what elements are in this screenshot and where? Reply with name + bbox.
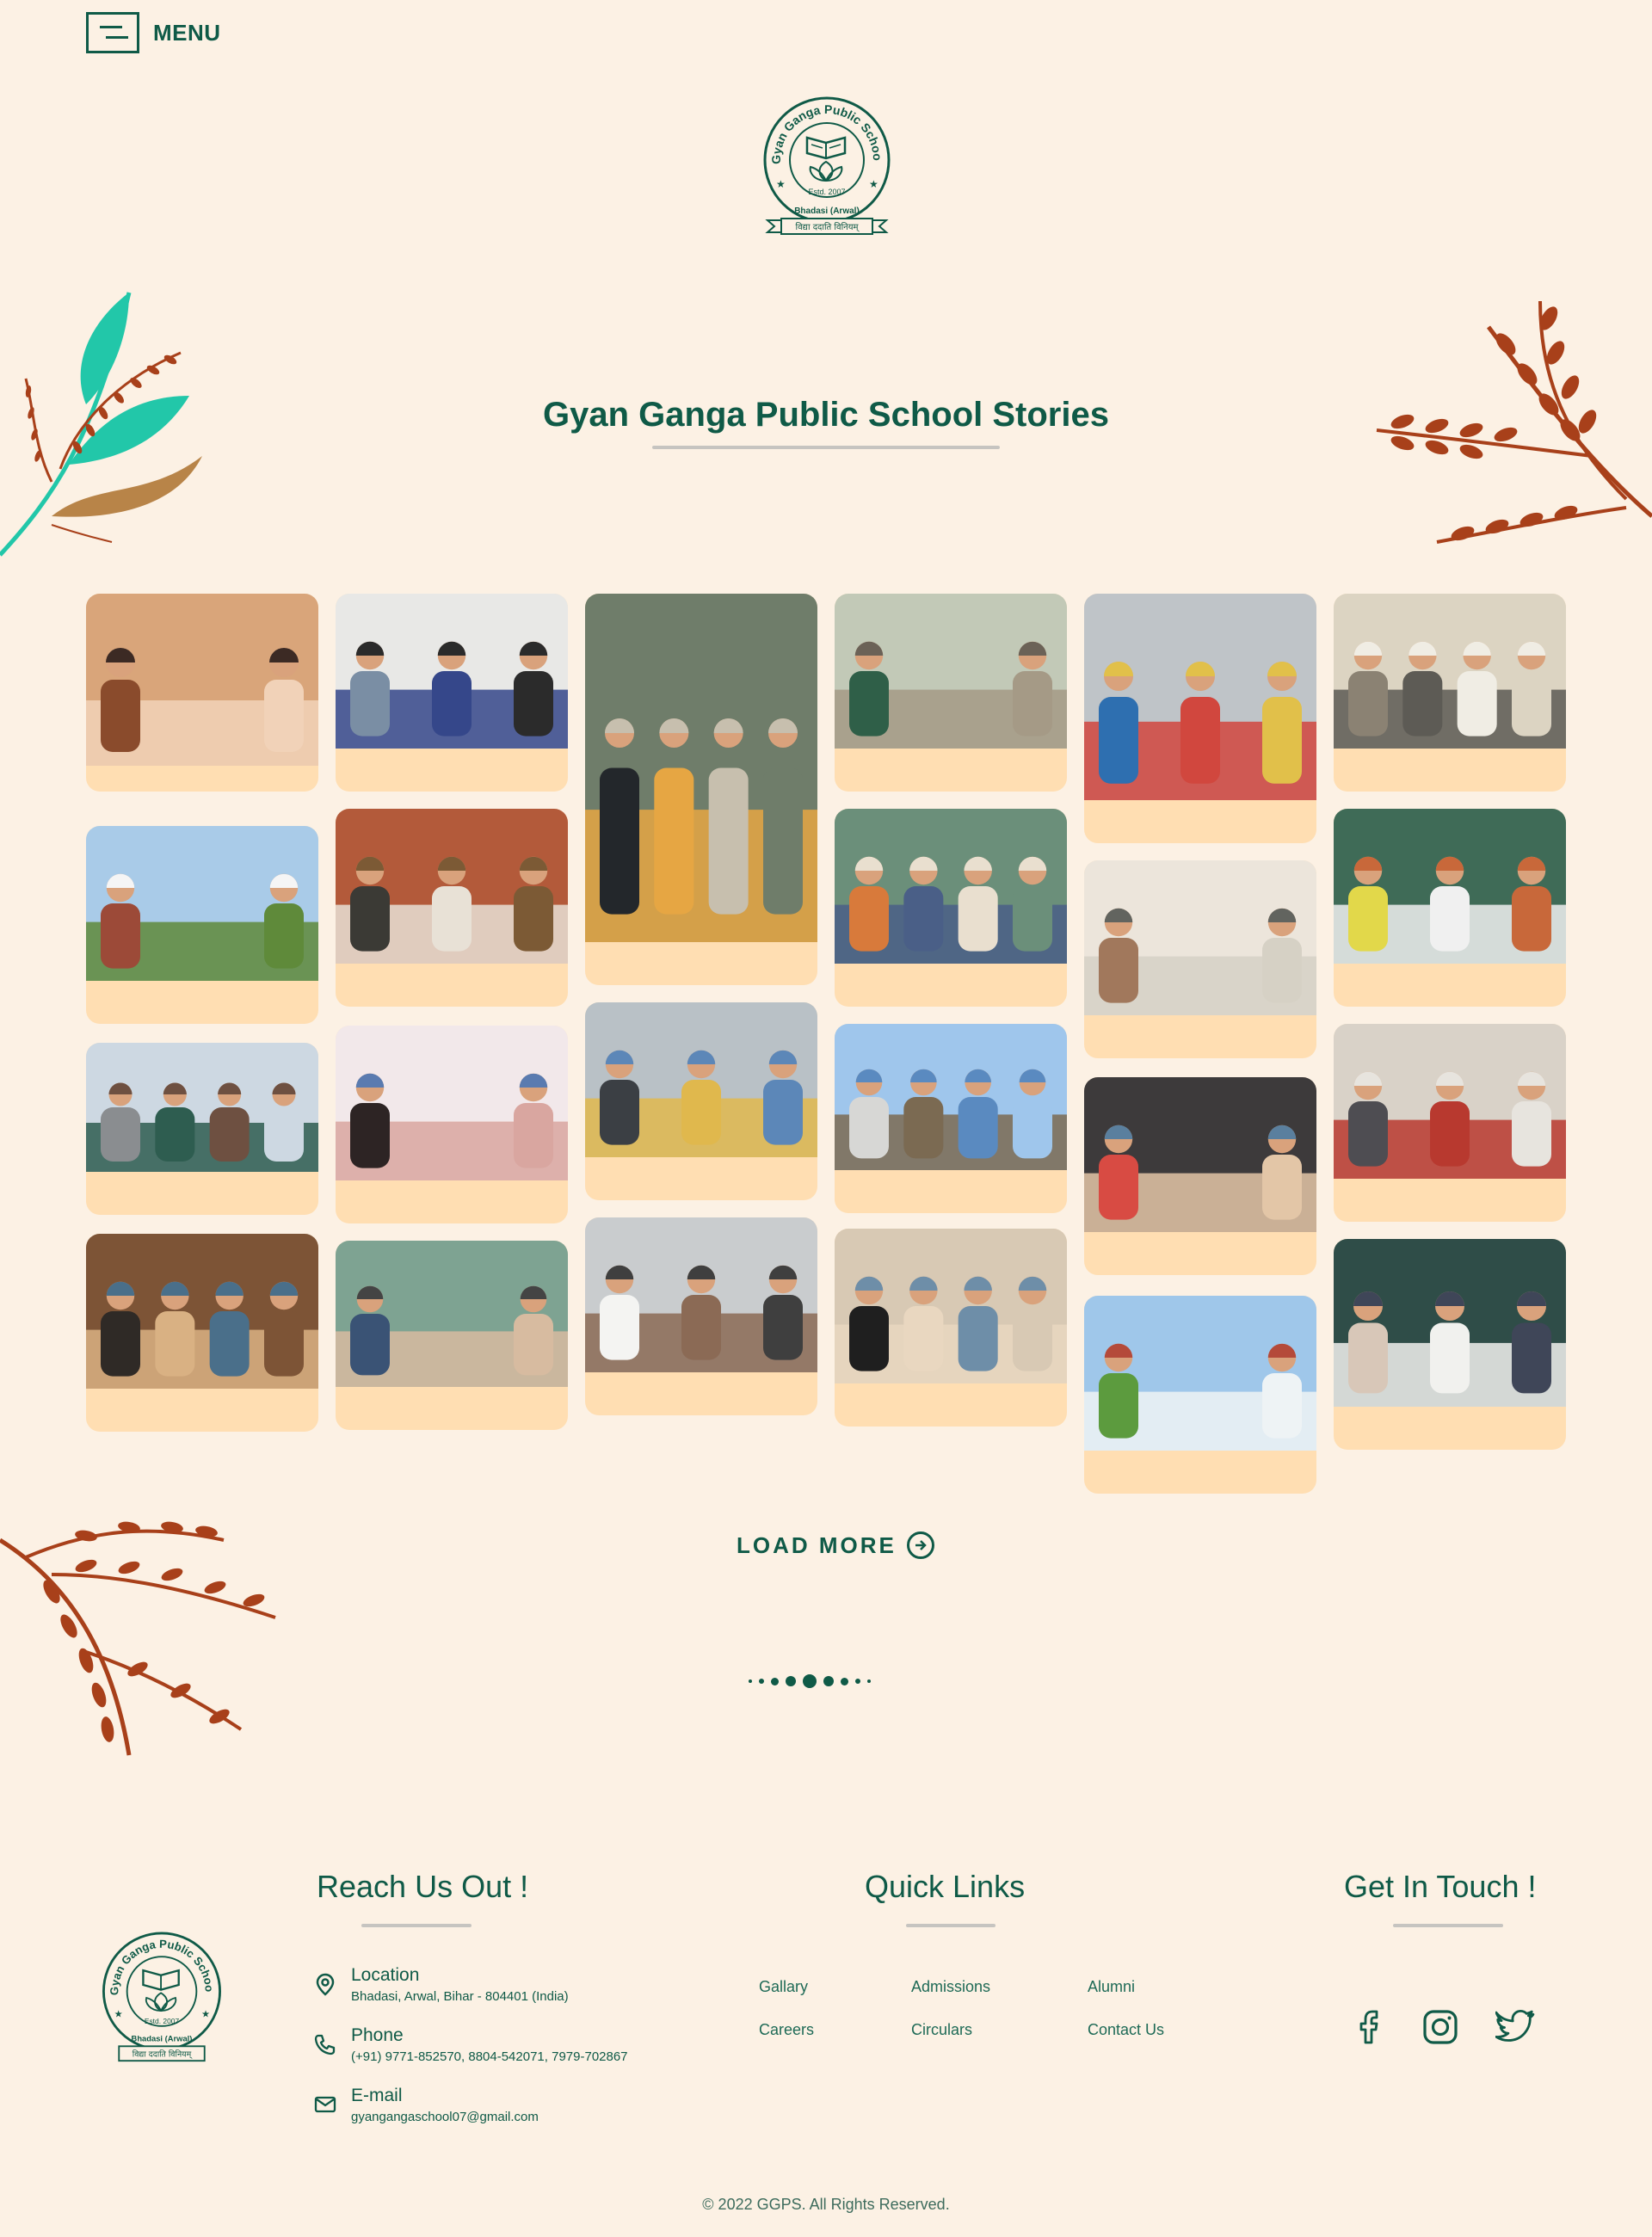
gallery-card[interactable] [1334, 809, 1566, 1007]
get-in-touch-heading: Get In Touch ! [1344, 1869, 1537, 1904]
link-gallary[interactable]: Gallary [759, 1978, 808, 1996]
rust-leaf-bottom-decoration-icon [0, 1521, 276, 1756]
link-contact-us[interactable]: Contact Us [1088, 2021, 1164, 2039]
children-in-library-raising-hands-image [1084, 1077, 1316, 1232]
gallery-card[interactable] [336, 1241, 568, 1430]
gallery-card[interactable] [336, 809, 568, 1007]
footer-logo-place-text: Bhadasi (Arwal) [132, 2035, 193, 2043]
gallery-card[interactable] [1084, 1296, 1316, 1494]
student-with-notebooks-image [585, 594, 817, 942]
graduate-in-gown-image [835, 594, 1067, 749]
gallery-card[interactable] [336, 1026, 568, 1223]
contact-location-value: Bhadasi, Arwal, Bihar - 804401 (India) [351, 1989, 569, 2004]
gallery-card[interactable] [86, 594, 318, 792]
students-at-laptops-classroom-image [336, 594, 568, 749]
svg-text:★: ★ [114, 2010, 123, 2020]
footer-logo-estd-text: Estd. 2007 [145, 2017, 180, 2025]
student-with-laptop-image [585, 1217, 817, 1372]
logo-ring-text: Gyan Ganga Public School [757, 91, 885, 164]
gallery-card[interactable] [1084, 594, 1316, 843]
gallery-card[interactable] [1334, 594, 1566, 792]
quick-links-underline [906, 1924, 996, 1927]
load-more-label: LOAD MORE [737, 1531, 897, 1558]
facebook-icon[interactable] [1348, 2006, 1390, 2048]
svg-text:Gyan Ganga Public School: Gyan Ganga Public School [757, 91, 885, 164]
smiling-student-portrait-image [336, 1026, 568, 1180]
svg-text:★: ★ [201, 2010, 210, 2020]
twitter-icon[interactable] [1495, 2006, 1537, 2048]
decorative-dots [749, 1674, 871, 1688]
arrow-right-icon [906, 1531, 934, 1559]
link-careers[interactable]: Careers [759, 2021, 814, 2039]
school-building-sky-image [835, 1024, 1067, 1170]
gallery-card[interactable] [86, 1234, 318, 1432]
girls-at-blackboard-image [1334, 1239, 1566, 1407]
gallery-card[interactable] [835, 1229, 1067, 1427]
copyright-text: © 2022 GGPS. All Rights Reserved. [702, 2196, 950, 2213]
contact-email[interactable]: E-mail gyangangaschool07@gmail.com [313, 2086, 539, 2124]
menu-button[interactable]: MENU [86, 12, 221, 53]
svg-text:★: ★ [776, 178, 786, 190]
empty-classroom-image [86, 1043, 318, 1172]
boys-in-classroom-image [835, 809, 1067, 964]
gallery-card[interactable] [86, 1043, 318, 1215]
school-campus-lawn-image [86, 826, 318, 981]
girl-reading-in-library-image [336, 809, 568, 964]
gallery-card[interactable] [1084, 860, 1316, 1058]
contact-email-value: gyangangaschool07@gmail.com [351, 2110, 539, 2124]
classroom-group-work-image [336, 1241, 568, 1387]
link-circulars[interactable]: Circulars [911, 2021, 972, 2039]
gallery-card[interactable] [585, 594, 817, 985]
load-more-button[interactable]: LOAD MORE [737, 1531, 934, 1559]
students-with-teacher-image [1334, 1024, 1566, 1179]
gallery-card[interactable] [1334, 1239, 1566, 1450]
school-logo[interactable]: Gyan Ganga Public School Estd. 2007 ★ ★ … [757, 91, 897, 243]
page-title: Gyan Ganga Public School Stories [543, 396, 1109, 434]
instagram-icon[interactable] [1420, 2006, 1461, 2048]
contact-location-title: Location [351, 1965, 420, 1985]
gallery-card[interactable] [86, 826, 318, 1024]
girl-with-headphones-image [835, 1229, 1067, 1383]
location-pin-icon [316, 1973, 335, 1996]
footer-school-logo[interactable]: Gyan Ganga Public School Estd. 2007 ★ ★ … [96, 1922, 227, 2074]
children-in-hallway-image [1084, 860, 1316, 1015]
logo-motto-text: विद्या ददाति विनियम् [796, 222, 860, 232]
contact-location: Location Bhadasi, Arwal, Bihar - 804401 … [313, 1965, 569, 2004]
contact-phone[interactable]: Phone (+91) 9771-852570, 8804-542071, 79… [313, 2025, 628, 2064]
gallery-card[interactable] [1334, 1024, 1566, 1222]
get-in-touch-underline [1393, 1924, 1503, 1927]
contact-phone-value: (+91) 9771-852570, 8804-542071, 7979-702… [351, 2049, 628, 2064]
gallery-card[interactable] [585, 1002, 817, 1200]
empty-classroom-desks-image [1334, 594, 1566, 749]
gallery-card[interactable] [835, 594, 1067, 792]
mail-icon [314, 2096, 336, 2113]
teacher-at-computer-lab-image [585, 1002, 817, 1157]
boy-reading-in-library-image [86, 1234, 318, 1389]
logo-place-text: Bhadasi (Arwal) [794, 206, 860, 216]
reach-us-underline [361, 1924, 472, 1927]
phone-icon [314, 2034, 336, 2055]
children-raising-hands-image [1334, 809, 1566, 964]
gallery-card[interactable] [585, 1217, 817, 1415]
students-in-lecture-hall-image [86, 594, 318, 766]
gallery-card[interactable] [1084, 1077, 1316, 1275]
gallery-card[interactable] [835, 809, 1067, 1007]
children-with-backpacks-image [1084, 594, 1316, 800]
menu-label: MENU [153, 19, 221, 46]
gallery-card[interactable] [835, 1024, 1067, 1213]
title-underline [652, 446, 1000, 449]
contact-email-title: E-mail [351, 2086, 403, 2105]
logo-estd-text: Estd. 2007 [808, 188, 845, 196]
gallery-card[interactable] [336, 594, 568, 792]
hamburger-icon [86, 12, 139, 53]
students-on-field-image [1084, 1296, 1316, 1451]
link-admissions[interactable]: Admissions [911, 1978, 990, 1996]
quick-links-heading: Quick Links [865, 1869, 1026, 1904]
contact-phone-title: Phone [351, 2025, 404, 2045]
svg-text:★: ★ [869, 178, 878, 190]
link-alumni[interactable]: Alumni [1088, 1978, 1135, 1996]
reach-us-heading: Reach Us Out ! [317, 1869, 529, 1904]
footer-logo-motto-text: विद्या ददाति विनियम् [133, 2049, 193, 2059]
